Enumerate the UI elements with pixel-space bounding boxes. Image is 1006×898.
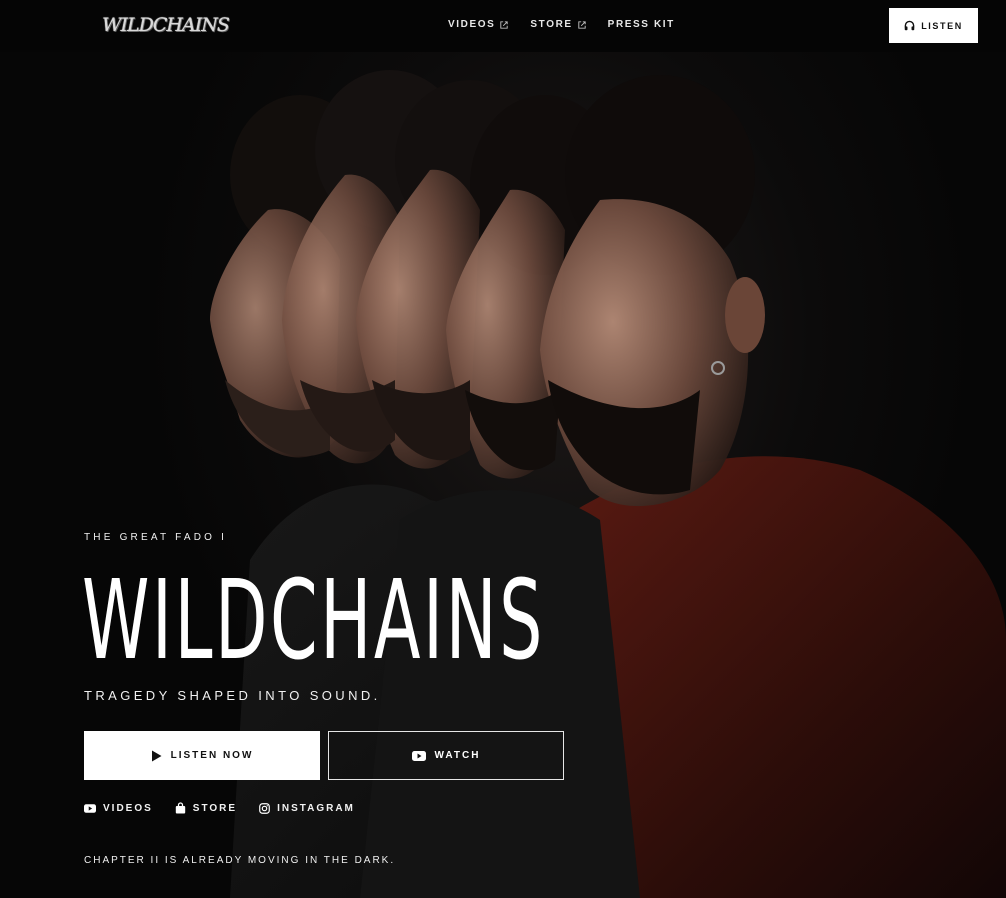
instagram-link[interactable]: INSTAGRAM — [259, 802, 355, 814]
external-link-icon — [500, 20, 509, 29]
listen-now-label: LISTEN NOW — [170, 750, 254, 761]
main-nav: VIDEOS STORE PRESS KIT — [448, 19, 675, 30]
headphones-icon — [904, 20, 915, 31]
store-link[interactable]: STORE — [175, 802, 237, 814]
chapter-teaser: CHAPTER II IS ALREADY MOVING IN THE DARK… — [84, 855, 396, 866]
listen-button[interactable]: LISTEN — [889, 8, 978, 43]
album-kicker: THE GREAT FADO I — [84, 532, 228, 543]
listen-now-button[interactable]: LISTEN NOW — [84, 731, 320, 780]
instagram-icon — [259, 802, 270, 814]
top-navigation-bar: WILDCHAINS VIDEOS STORE PRESS KIT LISTEN — [0, 0, 1006, 52]
watch-label: WATCH — [434, 750, 481, 761]
nav-videos-link[interactable]: VIDEOS — [448, 19, 509, 30]
nav-store-link[interactable]: STORE — [530, 19, 586, 30]
videos-link[interactable]: VIDEOS — [84, 802, 153, 814]
youtube-icon — [84, 803, 96, 813]
site-logo[interactable]: WILDCHAINS — [102, 14, 230, 36]
nav-press-kit-link[interactable]: PRESS KIT — [608, 19, 675, 30]
listen-button-label: LISTEN — [921, 20, 963, 31]
youtube-icon — [411, 750, 426, 761]
videos-link-label: VIDEOS — [103, 802, 153, 814]
shopping-bag-icon — [175, 802, 185, 814]
external-link-icon — [577, 20, 586, 29]
watch-button[interactable]: WATCH — [328, 731, 564, 780]
instagram-link-label: INSTAGRAM — [277, 802, 355, 814]
band-title: WILDCHAINS — [82, 556, 545, 684]
play-icon — [151, 750, 162, 761]
social-links: VIDEOS STORE INSTAGRAM — [84, 802, 355, 814]
nav-store-label: STORE — [530, 19, 573, 30]
nav-press-kit-label: PRESS KIT — [607, 19, 675, 30]
tagline: TRAGEDY SHAPED INTO SOUND. — [84, 688, 381, 703]
store-link-label: STORE — [192, 802, 238, 814]
nav-videos-label: VIDEOS — [448, 19, 496, 30]
